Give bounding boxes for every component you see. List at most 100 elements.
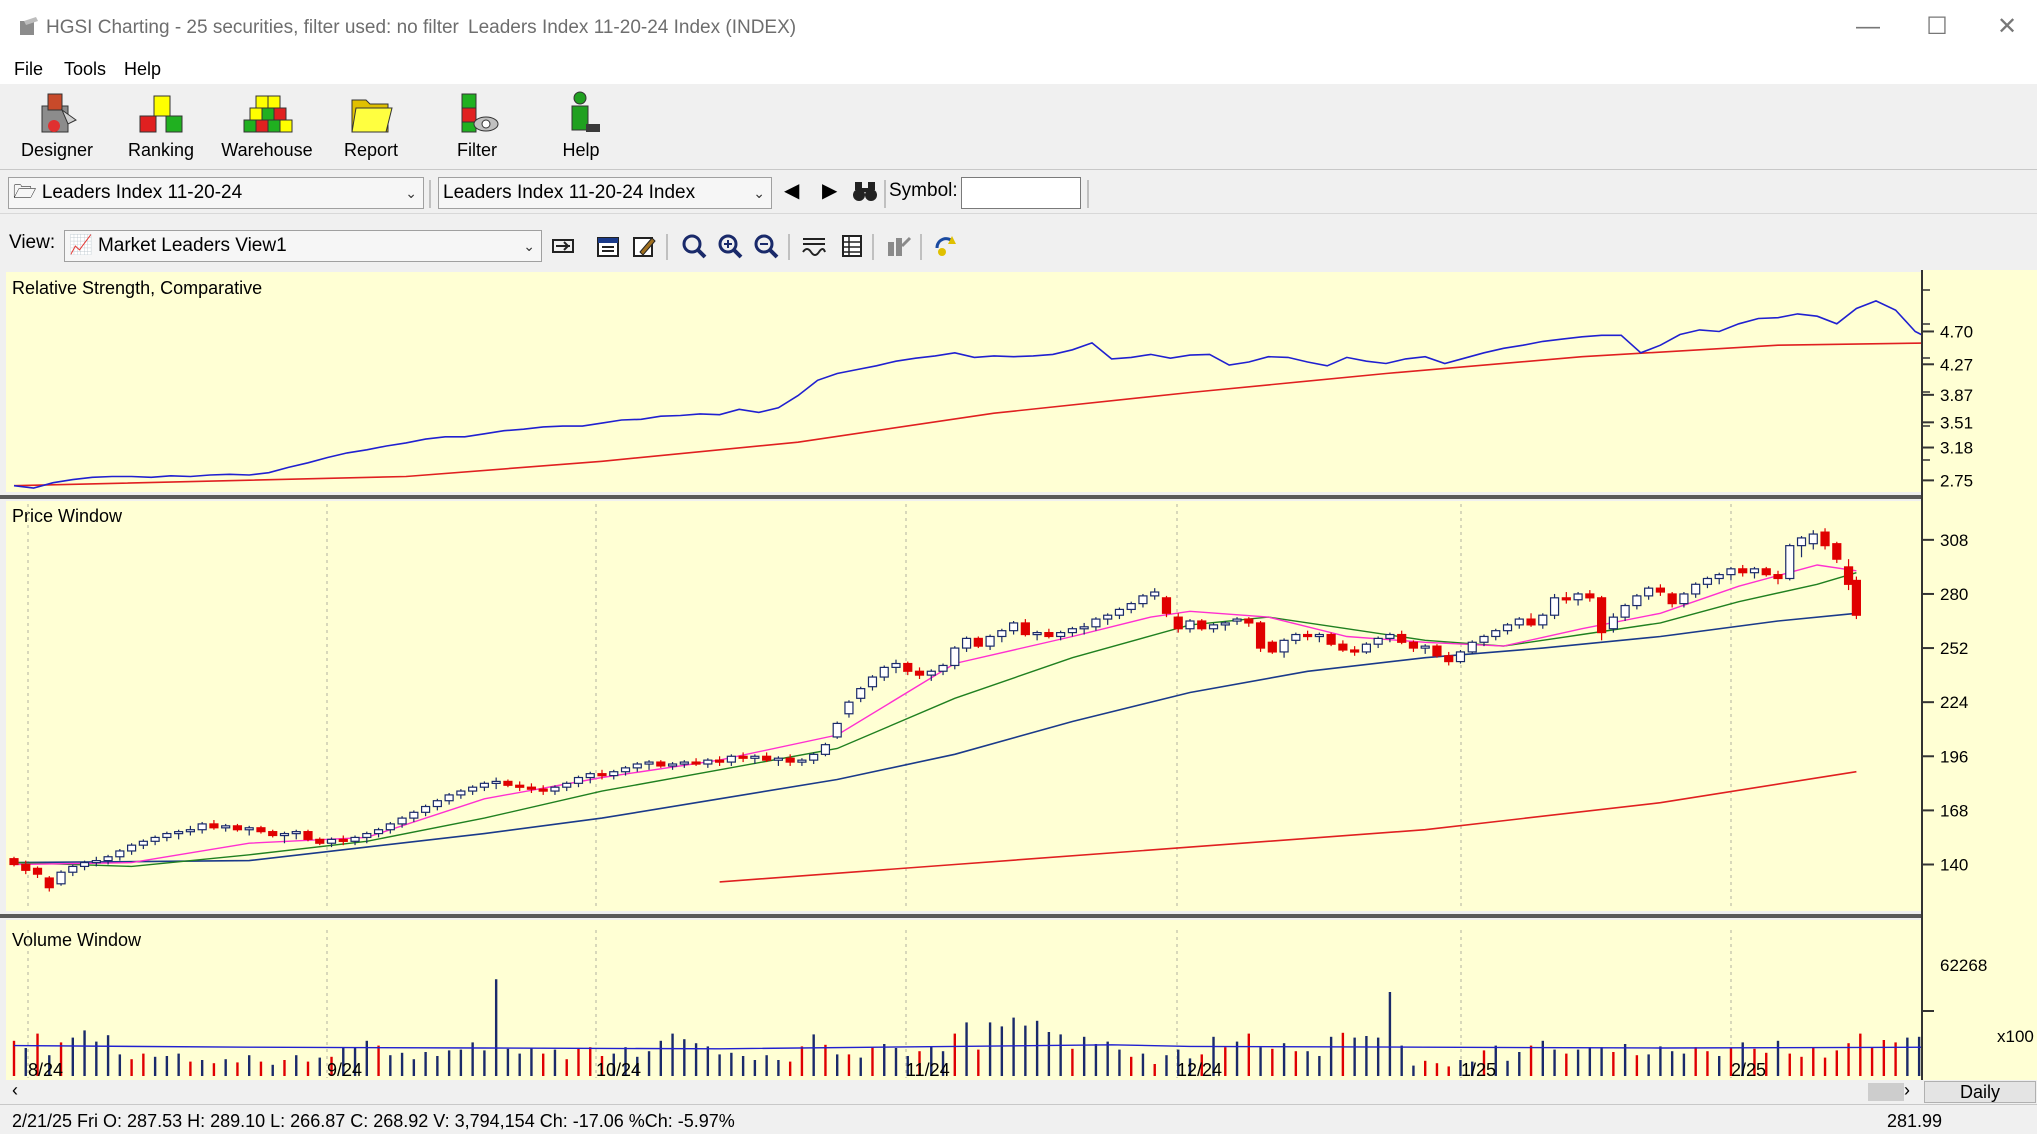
volume-pane-title: Volume Window xyxy=(12,930,142,950)
document-title: Leaders Index 11-20-24 Index (INDEX) xyxy=(468,17,797,38)
candle xyxy=(1455,649,1466,664)
ranking-icon xyxy=(139,95,183,133)
zoom-in-icon[interactable] xyxy=(716,232,744,260)
price-tick-label: 252 xyxy=(1940,639,1968,658)
filter-icon xyxy=(461,93,499,133)
candle xyxy=(1785,543,1795,581)
price-tick-label: 280 xyxy=(1940,585,1968,604)
price-tick-label: 168 xyxy=(1940,801,1968,820)
candle xyxy=(973,636,983,649)
relative-strength-pane: Relative Strength, Comparative xyxy=(6,272,1936,492)
price-tick-label: 140 xyxy=(1940,855,1968,874)
symbol-input[interactable] xyxy=(961,177,1081,209)
chart-area[interactable]: Relative Strength, Comparative Price Win… xyxy=(0,270,2037,1085)
view-label: View: xyxy=(9,232,56,253)
rs-pane-title: Relative Strength, Comparative xyxy=(12,278,262,298)
status-text: 2/21/25 Fri O: 287.53 H: 289.10 L: 266.8… xyxy=(12,1111,735,1131)
x-tick-label: 2/25 xyxy=(1731,1060,1766,1080)
zoom-icon[interactable] xyxy=(680,232,708,260)
warehouse-icon xyxy=(243,95,293,133)
warehouse-button[interactable]: Warehouse xyxy=(220,88,314,168)
list-select[interactable]: 🗁 Leaders Index 11-20-24 ⌄ xyxy=(8,177,424,209)
scroll-right-icon[interactable]: › xyxy=(1904,1080,1910,1101)
x-tick-label: 11/24 xyxy=(906,1060,950,1080)
separator xyxy=(1087,180,1089,208)
view-select[interactable]: 📈 Market Leaders View1 ⌄ xyxy=(64,230,542,262)
save-view-icon[interactable] xyxy=(550,232,578,260)
rs-tick-label: 3.87 xyxy=(1940,386,1973,405)
view-row: View: 📈 Market Leaders View1 ⌄ xyxy=(0,224,2037,270)
price-tick-label: 308 xyxy=(1940,531,1968,550)
x-tick-label: 12/24 xyxy=(1177,1060,1222,1080)
price-pane-title: Price Window xyxy=(12,506,123,526)
candle xyxy=(950,646,960,670)
chart-icon: 📈 xyxy=(69,235,93,256)
chevron-down-icon: ⌄ xyxy=(523,238,535,254)
chevron-down-icon: ⌄ xyxy=(405,185,417,201)
price-tick-label: 224 xyxy=(1940,693,1968,712)
menu-bar: File Tools Help xyxy=(0,56,2037,84)
candle xyxy=(56,870,66,886)
properties-icon[interactable] xyxy=(594,232,622,260)
refresh-icon[interactable] xyxy=(932,232,960,260)
cursor-value: 281.99 xyxy=(1887,1111,1943,1131)
next-icon[interactable]: ▶ xyxy=(822,178,837,203)
help-icon xyxy=(571,91,600,132)
symbol-label: Symbol: xyxy=(889,180,958,201)
filter-button[interactable]: Filter xyxy=(430,88,524,168)
candle xyxy=(1467,640,1477,654)
candle xyxy=(1432,644,1442,658)
designer-button[interactable]: Designer xyxy=(10,88,104,168)
security-select[interactable]: Leaders Index 11-20-24 Index ⌄ xyxy=(438,177,772,209)
price-tick-label: 196 xyxy=(1940,747,1968,766)
title-bar: HGSI Charting - 25 securities, filter us… xyxy=(0,0,2037,56)
candle xyxy=(1761,566,1771,577)
binoculars-icon[interactable] xyxy=(852,180,878,202)
bar-chart-icon[interactable] xyxy=(884,232,912,260)
x-tick-label: 9/24 xyxy=(327,1060,362,1080)
zoom-out-icon[interactable] xyxy=(752,232,780,260)
separator xyxy=(872,234,874,260)
previous-icon[interactable]: ◀ xyxy=(784,178,799,203)
rs-tick-label: 3.18 xyxy=(1940,439,1973,458)
help-button[interactable]: Help xyxy=(534,88,628,168)
horizontal-scrollbar[interactable]: ‹ › Daily xyxy=(0,1080,2037,1104)
app-title: HGSI Charting - 25 securities, filter us… xyxy=(46,17,459,38)
candle xyxy=(1851,576,1862,620)
maximize-button[interactable]: ☐ xyxy=(1917,10,1957,44)
close-button[interactable]: ✕ xyxy=(1987,10,2027,44)
candle xyxy=(1267,640,1277,654)
menu-file[interactable]: File xyxy=(14,59,43,80)
menu-help[interactable]: Help xyxy=(124,59,161,80)
data-table-icon[interactable] xyxy=(838,232,866,260)
separator xyxy=(666,234,668,260)
menu-tools[interactable]: Tools xyxy=(64,59,106,80)
separator xyxy=(429,180,431,208)
report-button[interactable]: Report xyxy=(324,88,418,168)
separator xyxy=(788,234,790,260)
candle xyxy=(832,721,842,739)
price-pane: Price Window xyxy=(6,501,1922,911)
ranking-button[interactable]: Ranking xyxy=(114,88,208,168)
candle xyxy=(1197,619,1207,631)
candle xyxy=(1361,642,1372,654)
app-icon xyxy=(20,17,38,35)
scroll-left-icon[interactable]: ‹ xyxy=(12,1080,18,1101)
chevron-down-icon: ⌄ xyxy=(753,185,765,201)
volume-unit-label: x100 xyxy=(1997,1027,2034,1046)
minimize-button[interactable]: — xyxy=(1848,10,1888,44)
volume-tick-label: 62268 xyxy=(1940,956,1987,975)
candle xyxy=(1255,621,1266,652)
y-axis: 4.70 4.27 3.87 3.51 3.18 2.75 308 280 252 224 196 1… xyxy=(1921,270,2037,1085)
edit-icon[interactable] xyxy=(630,232,658,260)
indicators-icon[interactable] xyxy=(800,232,828,260)
timeframe-button[interactable]: Daily xyxy=(1924,1081,2036,1103)
folder-icon xyxy=(351,99,393,133)
folder-icon: 🗁 xyxy=(13,182,37,203)
volume-pane: Volume Window 8/24 9/24 10/24 11/24 12/24 1/2… xyxy=(6,920,1933,1080)
x-tick-label: 8/24 xyxy=(28,1060,63,1080)
scroll-thumb[interactable] xyxy=(1868,1083,1904,1101)
rs-tick-label: 4.70 xyxy=(1940,322,1973,341)
candle xyxy=(1326,632,1336,647)
main-toolbar: Designer Ranking Warehouse Report Filter… xyxy=(0,84,2037,170)
